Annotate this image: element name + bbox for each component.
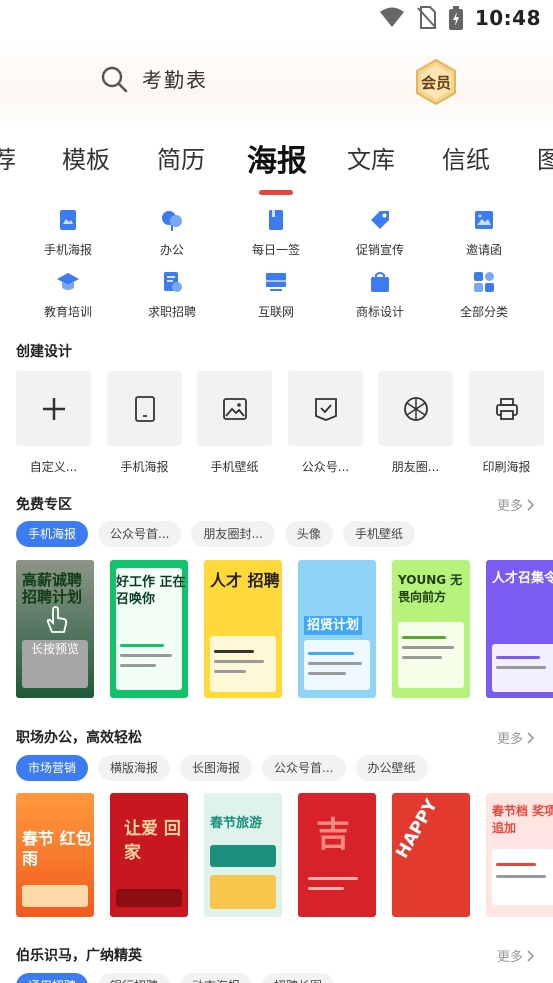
- category-phone-poster[interactable]: 手机海报: [18, 208, 118, 258]
- recruit-filter-chips: 通用招聘 银行招聘 动态海报 招聘长图: [16, 973, 335, 983]
- image-icon: [222, 397, 247, 420]
- tab-templates[interactable]: 模板: [62, 140, 110, 175]
- office-more-link[interactable]: 更多: [497, 728, 535, 747]
- free-more-link[interactable]: 更多: [497, 495, 535, 514]
- invitation-icon: [475, 211, 493, 229]
- create-phone-wallpaper[interactable]: 手机壁纸: [197, 371, 272, 475]
- recruit-icon: [164, 272, 182, 292]
- chip-recruit-long[interactable]: 招聘长图: [262, 973, 335, 983]
- template-card[interactable]: 春节 红包雨: [16, 793, 94, 917]
- chip-official-cover[interactable]: 公众号首...: [98, 521, 182, 547]
- free-template-list: 高薪诚聘 招聘计划 长按预览 好工作 正在召唤你 人才 招聘 招贤计划 YOUN…: [16, 560, 553, 698]
- create-moments[interactable]: 朋友圈...: [378, 371, 453, 475]
- chip-phone-poster[interactable]: 手机海报: [16, 521, 89, 547]
- active-tab-indicator: [259, 190, 293, 195]
- tab-resume[interactable]: 简历: [157, 140, 205, 175]
- recruit-section-title: 伯乐识马，广纳精英: [16, 948, 142, 964]
- create-custom[interactable]: 自定义...: [16, 371, 91, 475]
- vip-badge[interactable]: 会员: [414, 58, 458, 106]
- template-card[interactable]: YOUNG 无畏向前方: [392, 560, 470, 698]
- category-education[interactable]: 教育培训: [18, 270, 118, 320]
- free-filter-chips: 手机海报 公众号首... 朋友圈封... 头像 手机壁纸: [16, 521, 415, 547]
- template-card[interactable]: 吉: [298, 793, 376, 917]
- no-sim-icon: [417, 6, 437, 29]
- chevron-right-icon: [527, 498, 535, 511]
- category-recruit[interactable]: 求职招聘: [122, 270, 222, 320]
- battery-charging-icon: [448, 6, 463, 30]
- chip-phone-wallpaper[interactable]: 手机壁纸: [342, 521, 415, 547]
- tablet-icon: [134, 395, 155, 422]
- phone-poster-icon: [60, 210, 76, 230]
- category-invitation[interactable]: 邀请函: [434, 208, 534, 258]
- tab-poster[interactable]: 海报: [247, 136, 307, 180]
- chip-avatar[interactable]: 头像: [284, 521, 333, 547]
- template-card[interactable]: 好工作 正在召唤你: [110, 560, 188, 698]
- chip-landscape-poster[interactable]: 横版海报: [98, 755, 171, 781]
- search-bar[interactable]: 考勤表: [100, 64, 208, 93]
- tab-recommend[interactable]: 荐: [0, 140, 16, 175]
- category-promotion[interactable]: 促销宣传: [330, 208, 430, 258]
- category-daily-sign[interactable]: 每日一签: [226, 208, 326, 258]
- tab-images[interactable]: 图: [537, 140, 553, 175]
- tab-library[interactable]: 文库: [347, 140, 395, 175]
- create-print-poster[interactable]: 印刷海报: [469, 371, 544, 475]
- recruit-more-link[interactable]: 更多: [497, 946, 535, 965]
- template-card[interactable]: 招贤计划: [298, 560, 376, 698]
- chip-animated-poster[interactable]: 动态海报: [180, 973, 253, 983]
- long-press-label: 长按预览: [30, 642, 79, 656]
- all-categories-icon: [474, 272, 494, 292]
- status-bar: 10:48: [0, 0, 553, 38]
- free-zone-title: 免费专区: [16, 497, 72, 513]
- internet-icon: [266, 273, 286, 291]
- daily-sign-icon: [269, 210, 283, 230]
- education-cap-icon: [57, 273, 79, 290]
- logo-design-icon: [371, 272, 389, 292]
- office-template-list: 春节 红包雨 让爱 回家 春节旅游 吉 HAPPY 春节档 奖项追加: [16, 793, 553, 917]
- create-phone-poster[interactable]: 手机海报: [107, 371, 182, 475]
- plus-icon: [42, 397, 65, 420]
- template-card[interactable]: HAPPY: [392, 793, 470, 917]
- check-doc-icon: [314, 397, 337, 421]
- category-tabs: 荐 模板 简历 海报 文库 信纸 图: [0, 140, 553, 200]
- search-placeholder: 考勤表: [142, 68, 208, 92]
- promotion-tag-icon: [371, 211, 389, 229]
- template-card[interactable]: 高薪诚聘 招聘计划 长按预览: [16, 560, 94, 698]
- office-icon: [162, 211, 182, 231]
- printer-icon: [495, 397, 518, 420]
- category-logo-design[interactable]: 商标设计: [330, 270, 430, 320]
- create-official-account[interactable]: 公众号...: [288, 371, 363, 475]
- header-background: [0, 38, 553, 130]
- template-card[interactable]: 让爱 回家: [110, 793, 188, 917]
- create-design-title: 创建设计: [16, 344, 72, 360]
- chip-bank-recruit[interactable]: 银行招聘: [98, 973, 171, 983]
- template-card[interactable]: 春节档 奖项追加: [486, 793, 553, 917]
- category-office[interactable]: 办公: [122, 208, 222, 258]
- hand-pointer-icon: [46, 606, 68, 633]
- chip-marketing[interactable]: 市场营销: [16, 755, 89, 781]
- template-card[interactable]: 人才召集令: [486, 560, 553, 698]
- office-filter-chips: 市场营销 横版海报 长图海报 公众号首... 办公壁纸: [16, 755, 428, 781]
- category-all[interactable]: 全部分类: [434, 270, 534, 320]
- tab-letter-paper[interactable]: 信纸: [442, 140, 490, 175]
- template-card[interactable]: 春节旅游: [204, 793, 282, 917]
- status-time: 10:48: [474, 6, 541, 30]
- vip-label: 会员: [420, 74, 451, 92]
- chip-official-cover[interactable]: 公众号首...: [262, 755, 346, 781]
- chip-general-recruit[interactable]: 通用招聘: [16, 973, 89, 983]
- aperture-icon: [403, 396, 428, 421]
- chip-office-wallpaper[interactable]: 办公壁纸: [355, 755, 428, 781]
- template-card[interactable]: 人才 招聘: [204, 560, 282, 698]
- search-icon: [101, 66, 128, 92]
- chip-moments-cover[interactable]: 朋友圈封...: [191, 521, 275, 547]
- category-internet[interactable]: 互联网: [226, 270, 326, 320]
- chip-long-poster[interactable]: 长图海报: [180, 755, 253, 781]
- office-section-title: 职场办公，高效轻松: [16, 730, 142, 746]
- chevron-right-icon: [527, 731, 535, 744]
- wifi-icon: [379, 7, 404, 27]
- chevron-right-icon: [527, 949, 535, 962]
